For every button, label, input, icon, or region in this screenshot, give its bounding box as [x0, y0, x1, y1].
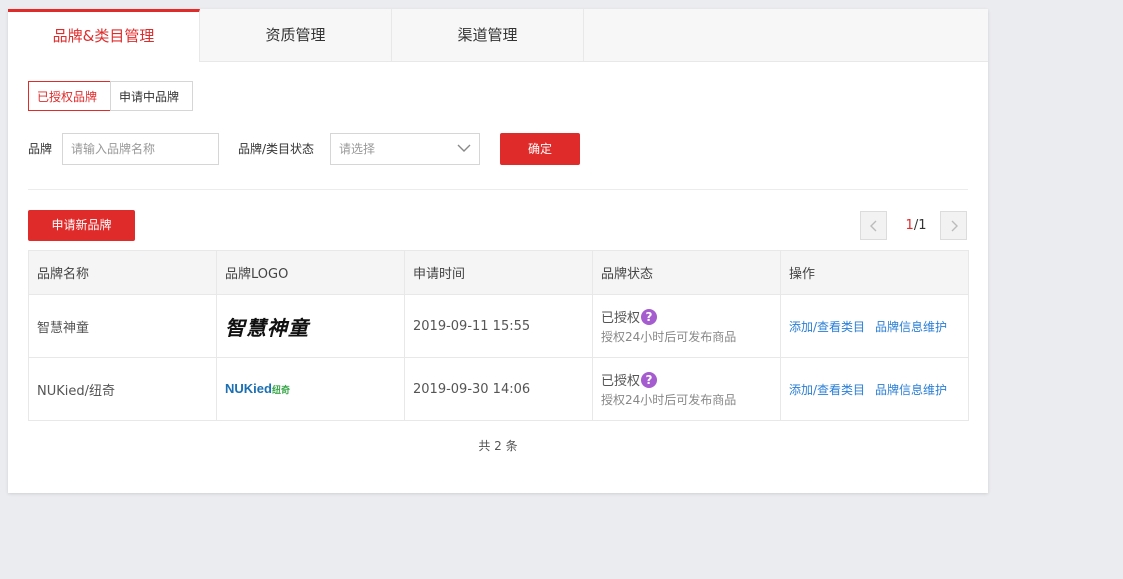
header-brand-logo: 品牌LOGO	[216, 250, 405, 295]
header-apply-time: 申请时间	[404, 250, 593, 295]
apply-time-cell: 2019-09-30 14:06	[404, 357, 593, 421]
chevron-left-icon	[870, 220, 877, 232]
prev-page-button[interactable]	[860, 211, 887, 240]
confirm-button[interactable]: 确定	[500, 133, 580, 165]
brand-logo-cell: 智慧神童	[216, 294, 405, 358]
header-brand-name: 品牌名称	[28, 250, 217, 295]
status-note: 授权24小时后可发布商品	[601, 393, 737, 407]
brand-info-maintain-link[interactable]: 品牌信息维护	[875, 320, 947, 334]
brand-name-cell: NUKied/纽奇	[28, 357, 217, 421]
brand-management-panel: 品牌&类目管理 资质管理 渠道管理 已授权品牌 申请中品牌 品牌 请输入品牌名称…	[8, 9, 988, 493]
total-pages: /1	[913, 218, 927, 233]
brand-logo-cell: NUKied纽奇	[216, 357, 405, 421]
help-icon[interactable]: ?	[641, 371, 658, 388]
table-row: 智慧神童 智慧神童 2019-09-11 15:55 已授权? 授权24小时后可…	[28, 294, 969, 358]
current-page: 1	[905, 218, 914, 233]
tab-qualification[interactable]: 资质管理	[200, 9, 392, 62]
actions-cell: 添加/查看类目 品牌信息维护	[780, 357, 969, 421]
status-filter-label: 品牌/类目状态	[238, 142, 315, 156]
status-text: 已授权	[601, 374, 641, 389]
apply-time-cell: 2019-09-11 15:55	[404, 294, 593, 358]
segment-authorized-brands[interactable]: 已授权品牌	[28, 81, 111, 111]
brand-logo: 智慧神童	[225, 315, 309, 340]
next-page-button[interactable]	[940, 211, 967, 240]
brand-name-cell: 智慧神童	[28, 294, 217, 358]
brand-logo-text: NUKied	[225, 381, 272, 396]
table-row: NUKied/纽奇 NUKied纽奇 2019-09-30 14:06 已授权?…	[28, 357, 969, 421]
status-note: 授权24小时后可发布商品	[601, 330, 737, 344]
total-count: 共 2 条	[478, 439, 518, 453]
brand-status-cell: 已授权? 授权24小时后可发布商品	[592, 357, 781, 421]
apply-new-brand-button[interactable]: 申请新品牌	[28, 210, 135, 241]
divider	[28, 189, 968, 190]
status-text: 已授权	[601, 311, 641, 326]
page-indicator: 1/1	[896, 211, 936, 240]
segment-applying-brands[interactable]: 申请中品牌	[110, 81, 193, 111]
add-view-category-link[interactable]: 添加/查看类目	[789, 320, 865, 334]
chevron-right-icon	[951, 220, 958, 232]
tab-brand-category[interactable]: 品牌&类目管理	[8, 9, 200, 62]
actions-cell: 添加/查看类目 品牌信息维护	[780, 294, 969, 358]
help-icon[interactable]: ?	[641, 308, 658, 325]
status-select-placeholder: 请选择	[339, 142, 376, 156]
brand-status-cell: 已授权? 授权24小时后可发布商品	[592, 294, 781, 358]
brand-name-input[interactable]: 请输入品牌名称	[62, 133, 219, 165]
brand-logo: NUKied纽奇	[225, 381, 290, 396]
status-select[interactable]: 请选择	[330, 133, 480, 165]
tab-channel[interactable]: 渠道管理	[392, 9, 584, 62]
brand-table: 品牌名称 品牌LOGO 申请时间 品牌状态 操作 智慧神童 智慧神童 2019-…	[28, 250, 969, 421]
add-view-category-link[interactable]: 添加/查看类目	[789, 383, 865, 397]
brand-filter-label: 品牌	[28, 142, 53, 156]
header-actions: 操作	[780, 250, 969, 295]
table-header-row: 品牌名称 品牌LOGO 申请时间 品牌状态 操作	[28, 250, 969, 295]
chevron-down-icon	[457, 144, 471, 152]
tab-bar: 品牌&类目管理 资质管理 渠道管理	[8, 9, 988, 62]
brand-logo-sub: 纽奇	[271, 385, 290, 395]
brand-info-maintain-link[interactable]: 品牌信息维护	[875, 383, 947, 397]
header-brand-status: 品牌状态	[592, 250, 781, 295]
